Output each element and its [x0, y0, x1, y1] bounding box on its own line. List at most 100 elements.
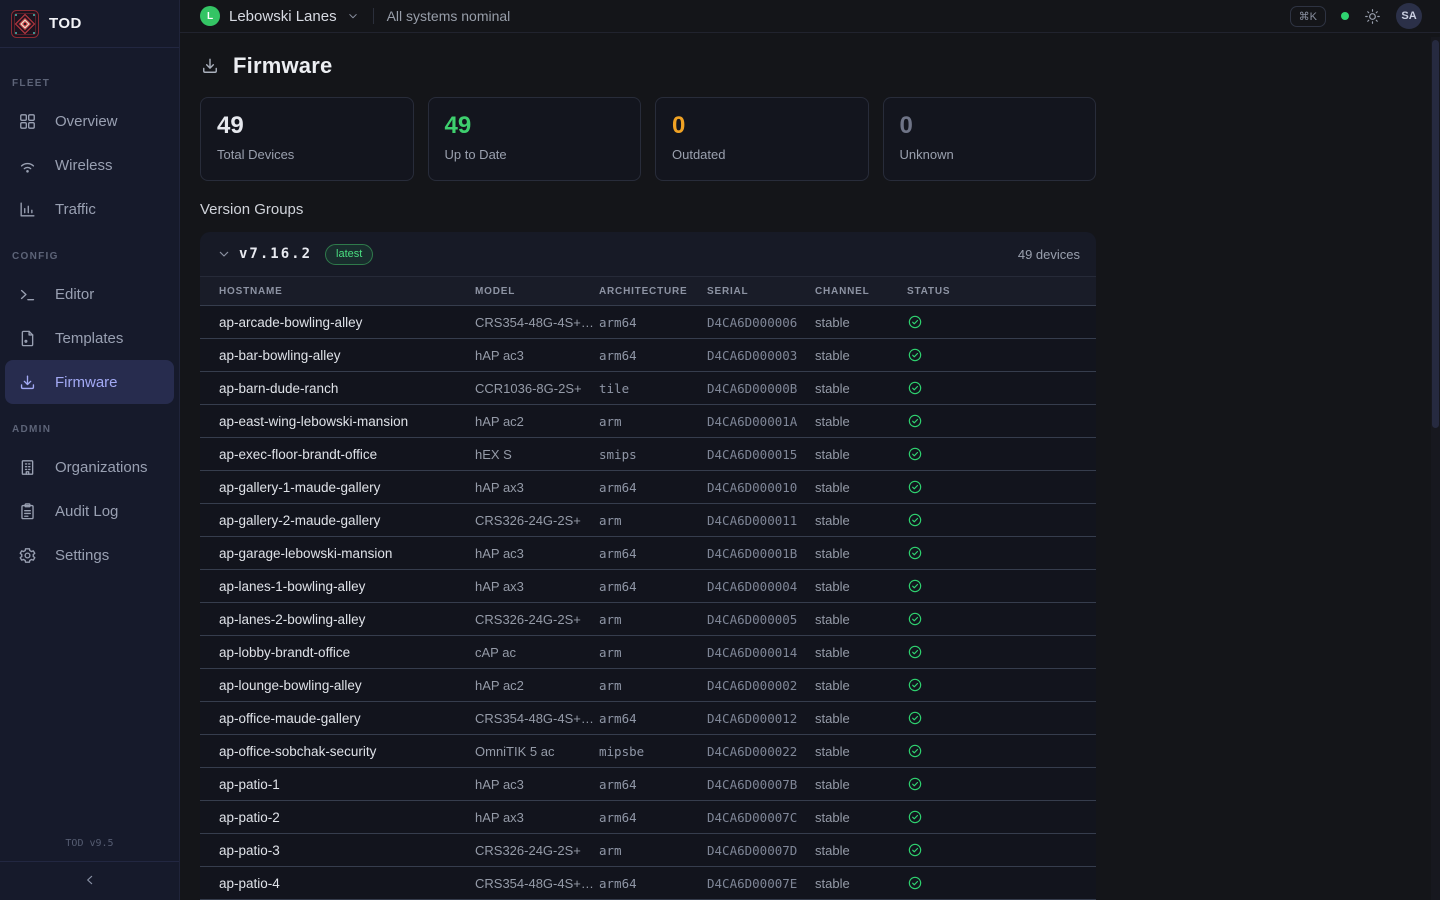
architecture-cell: arm: [599, 612, 707, 627]
status-ok-icon: [907, 743, 1096, 759]
model-cell: hAP ac3: [475, 546, 599, 561]
model-cell: CRS326-24G-2S+: [475, 612, 599, 627]
column-header-model: MODEL: [475, 286, 599, 297]
sidebar-item-settings[interactable]: Settings: [5, 533, 174, 577]
serial-cell: D4CA6D000010: [707, 480, 815, 495]
version-label: v7.16.2: [239, 246, 312, 262]
table-row[interactable]: ap-patio-1 hAP ac3 arm64 D4CA6D00007B st…: [200, 768, 1096, 801]
table-row[interactable]: ap-patio-4 CRS354-48G-4S+… arm64 D4CA6D0…: [200, 867, 1096, 900]
column-header-serial: SERIAL: [707, 286, 815, 297]
status-ok-icon: [907, 578, 1096, 594]
table-row[interactable]: ap-exec-floor-brandt-office hEX S smips …: [200, 438, 1096, 471]
status-ok-icon: [907, 611, 1096, 627]
serial-cell: D4CA6D000005: [707, 612, 815, 627]
hostname-cell: ap-garage-lebowski-mansion: [219, 546, 475, 561]
table-row[interactable]: ap-gallery-2-maude-gallery CRS326-24G-2S…: [200, 504, 1096, 537]
architecture-cell: arm: [599, 645, 707, 660]
command-palette-shortcut[interactable]: ⌘K: [1290, 6, 1326, 27]
sidebar-item-organizations[interactable]: Organizations: [5, 445, 174, 489]
model-cell: CRS326-24G-2S+: [475, 843, 599, 858]
hostname-cell: ap-lounge-bowling-alley: [219, 678, 475, 693]
status-ok-icon: [907, 776, 1096, 792]
table-header-row: HOSTNAME MODEL ARCHITECTURE SERIAL CHANN…: [200, 276, 1096, 306]
sidebar: TOD FLEET Overview Wireless Traffic CONF…: [0, 0, 180, 900]
model-cell: CRS326-24G-2S+: [475, 513, 599, 528]
device-count: 49 devices: [1018, 247, 1080, 262]
channel-cell: stable: [815, 612, 907, 627]
org-avatar: L: [200, 6, 220, 26]
connection-status-dot: [1341, 12, 1349, 20]
table-row[interactable]: ap-lanes-2-bowling-alley CRS326-24G-2S+ …: [200, 603, 1096, 636]
architecture-cell: arm: [599, 414, 707, 429]
hostname-cell: ap-lanes-1-bowling-alley: [219, 579, 475, 594]
table-row[interactable]: ap-office-sobchak-security OmniTIK 5 ac …: [200, 735, 1096, 768]
status-ok-icon: [907, 446, 1096, 462]
architecture-cell: arm64: [599, 348, 707, 363]
status-ok-icon: [907, 314, 1096, 330]
table-row[interactable]: ap-arcade-bowling-alley CRS354-48G-4S+… …: [200, 306, 1096, 339]
sidebar-item-audit-log[interactable]: Audit Log: [5, 489, 174, 533]
table-row[interactable]: ap-gallery-1-maude-gallery hAP ax3 arm64…: [200, 471, 1096, 504]
hostname-cell: ap-patio-2: [219, 810, 475, 825]
chevron-down-icon[interactable]: [216, 246, 232, 262]
architecture-cell: arm64: [599, 777, 707, 792]
scrollbar-thumb[interactable]: [1432, 40, 1439, 428]
table-row[interactable]: ap-lobby-brandt-office cAP ac arm D4CA6D…: [200, 636, 1096, 669]
channel-cell: stable: [815, 348, 907, 363]
sidebar-item-label: Traffic: [55, 201, 96, 218]
terminal-icon: [18, 285, 37, 304]
org-name: Lebowski Lanes: [229, 8, 337, 25]
sidebar-item-wireless[interactable]: Wireless: [5, 143, 174, 187]
stat-value: 49: [445, 112, 625, 140]
table-row[interactable]: ap-garage-lebowski-mansion hAP ac3 arm64…: [200, 537, 1096, 570]
table-row[interactable]: ap-lounge-bowling-alley hAP ac2 arm D4CA…: [200, 669, 1096, 702]
status-ok-icon: [907, 644, 1096, 660]
theme-toggle-button[interactable]: [1364, 8, 1381, 25]
status-ok-icon: [907, 479, 1096, 495]
org-switcher[interactable]: L Lebowski Lanes: [200, 6, 360, 26]
sidebar-item-overview[interactable]: Overview: [5, 99, 174, 143]
sidebar-footer: TOD v9.5: [0, 838, 179, 900]
model-cell: hAP ax3: [475, 810, 599, 825]
stat-card-up-to-date: 49 Up to Date: [428, 97, 642, 181]
architecture-cell: smips: [599, 447, 707, 462]
nav-section-admin: ADMIN: [0, 404, 179, 445]
latest-badge: latest: [325, 244, 373, 265]
table-row[interactable]: ap-patio-2 hAP ax3 arm64 D4CA6D00007C st…: [200, 801, 1096, 834]
channel-cell: stable: [815, 579, 907, 594]
serial-cell: D4CA6D00001A: [707, 414, 815, 429]
sidebar-item-editor[interactable]: Editor: [5, 272, 174, 316]
stat-label: Up to Date: [445, 147, 625, 162]
topbar: L Lebowski Lanes All systems nominal ⌘K …: [180, 0, 1440, 33]
user-avatar[interactable]: SA: [1396, 3, 1422, 29]
sidebar-item-firmware[interactable]: Firmware: [5, 360, 174, 404]
sidebar-item-traffic[interactable]: Traffic: [5, 187, 174, 231]
architecture-cell: arm64: [599, 579, 707, 594]
table-row[interactable]: ap-office-maude-gallery CRS354-48G-4S+… …: [200, 702, 1096, 735]
hostname-cell: ap-exec-floor-brandt-office: [219, 447, 475, 462]
architecture-cell: arm64: [599, 480, 707, 495]
hostname-cell: ap-office-maude-gallery: [219, 711, 475, 726]
scrollbar[interactable]: [1431, 37, 1440, 900]
table-row[interactable]: ap-bar-bowling-alley hAP ac3 arm64 D4CA6…: [200, 339, 1096, 372]
sidebar-collapse-button[interactable]: [0, 861, 179, 898]
table-row[interactable]: ap-barn-dude-ranch CCR1036-8G-2S+ tile D…: [200, 372, 1096, 405]
sidebar-item-label: Settings: [55, 547, 109, 564]
serial-cell: D4CA6D000006: [707, 315, 815, 330]
sidebar-item-templates[interactable]: Templates: [5, 316, 174, 360]
status-ok-icon: [907, 842, 1096, 858]
table-row[interactable]: ap-patio-3 CRS326-24G-2S+ arm D4CA6D0000…: [200, 834, 1096, 867]
version-group-header[interactable]: v7.16.2 latest 49 devices: [200, 232, 1096, 276]
model-cell: hAP ax3: [475, 579, 599, 594]
channel-cell: stable: [815, 678, 907, 693]
stat-label: Outdated: [672, 147, 852, 162]
sidebar-item-label: Firmware: [55, 374, 118, 391]
stats-grid: 49 Total Devices 49 Up to Date 0 Outdate…: [200, 97, 1096, 181]
model-cell: OmniTIK 5 ac: [475, 744, 599, 759]
stat-card-outdated: 0 Outdated: [655, 97, 869, 181]
table-row[interactable]: ap-lanes-1-bowling-alley hAP ax3 arm64 D…: [200, 570, 1096, 603]
serial-cell: D4CA6D000002: [707, 678, 815, 693]
hostname-cell: ap-office-sobchak-security: [219, 744, 475, 759]
topbar-divider: [373, 8, 374, 24]
table-row[interactable]: ap-east-wing-lebowski-mansion hAP ac2 ar…: [200, 405, 1096, 438]
